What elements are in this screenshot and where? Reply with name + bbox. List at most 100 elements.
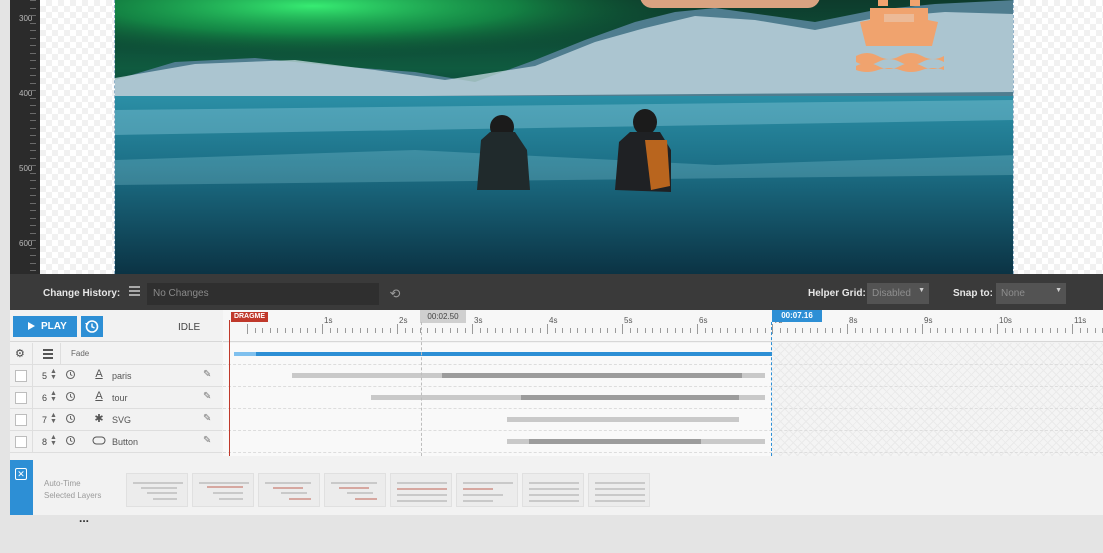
ruler-tick bbox=[30, 172, 36, 174]
autotime-preset[interactable] bbox=[126, 473, 188, 507]
layer-active-bar[interactable] bbox=[442, 373, 742, 378]
time-tick bbox=[1049, 328, 1051, 333]
change-history-bar: Change History: No Changes ⟲ Helper Grid… bbox=[10, 274, 1103, 310]
time-tick bbox=[374, 328, 376, 333]
layer-row[interactable]: 6 ▲ ▼ A tour ✎ bbox=[10, 387, 222, 409]
helper-grid-select[interactable]: Disabled ▼ bbox=[867, 283, 929, 304]
preset-bar bbox=[199, 482, 249, 484]
hamburger-icon[interactable] bbox=[43, 349, 53, 361]
sort-icon[interactable]: ▲ ▼ bbox=[50, 368, 57, 381]
time-tick bbox=[629, 328, 631, 333]
clock-icon[interactable] bbox=[65, 413, 76, 424]
time-tick bbox=[817, 328, 818, 333]
track-row[interactable] bbox=[223, 409, 1103, 431]
time-tick bbox=[764, 328, 766, 333]
time-tick bbox=[359, 328, 361, 333]
layer-checkbox[interactable] bbox=[15, 392, 27, 404]
autotime-preset[interactable] bbox=[258, 473, 320, 507]
ruler-tick bbox=[30, 52, 36, 54]
time-tick bbox=[277, 328, 278, 333]
sort-icon[interactable]: ▲ ▼ bbox=[50, 412, 57, 425]
layer-row[interactable]: 7 ▲ ▼ ✱ SVG ✎ bbox=[10, 409, 222, 431]
time-tick bbox=[787, 328, 788, 333]
play-button[interactable]: PLAY bbox=[13, 316, 77, 337]
time-tick bbox=[1064, 328, 1066, 333]
time-tick bbox=[644, 328, 646, 333]
preset-bar bbox=[289, 498, 311, 500]
layer-checkbox[interactable] bbox=[15, 436, 27, 448]
autotime-preset[interactable] bbox=[192, 473, 254, 507]
time-tick bbox=[547, 324, 548, 334]
pencil-icon[interactable]: ✎ bbox=[203, 391, 213, 403]
time-tick bbox=[682, 328, 683, 333]
end-time-marker[interactable]: 00:07.16 bbox=[772, 310, 822, 322]
track-row[interactable] bbox=[223, 343, 1103, 365]
time-tick bbox=[262, 328, 263, 333]
hamburger-icon[interactable] bbox=[125, 284, 145, 302]
layer-row[interactable]: 5 ▲ ▼ A paris ✎ bbox=[10, 365, 222, 387]
ship-icon[interactable] bbox=[852, 0, 946, 72]
time-tick bbox=[479, 328, 481, 333]
autotime-toggle-button[interactable]: ✕ bbox=[10, 460, 33, 515]
time-ruler[interactable]: 1s2s3s4s5s6s7s8s9s10s11sDRAGME00:02.5000… bbox=[223, 310, 1103, 342]
ruler-tick bbox=[30, 217, 36, 219]
ruler-tick bbox=[30, 157, 36, 159]
time-tick bbox=[847, 324, 848, 334]
layer-checkbox[interactable] bbox=[15, 370, 27, 382]
time-tick bbox=[254, 328, 256, 333]
snap-to-select[interactable]: None ▼ bbox=[996, 283, 1066, 304]
time-tick bbox=[584, 328, 586, 333]
time-tick bbox=[404, 328, 406, 333]
pencil-icon[interactable]: ✎ bbox=[203, 413, 213, 425]
ruler-tick bbox=[30, 210, 36, 211]
track-row[interactable] bbox=[223, 365, 1103, 387]
time-tick bbox=[352, 328, 353, 333]
time-tick bbox=[877, 328, 878, 333]
slide-caption-shape[interactable] bbox=[640, 0, 820, 8]
time-tick bbox=[659, 328, 661, 333]
sort-icon[interactable]: ▲ ▼ bbox=[50, 434, 57, 447]
layer-row[interactable]: 8 ▲ ▼ Button ✎ bbox=[10, 431, 222, 453]
track-row[interactable] bbox=[223, 431, 1103, 453]
layer-timing-bar[interactable] bbox=[507, 417, 739, 422]
autotime-preset[interactable] bbox=[324, 473, 386, 507]
change-history-select[interactable]: No Changes bbox=[147, 283, 379, 305]
autotime-preset[interactable] bbox=[390, 473, 452, 507]
layer-active-bar[interactable] bbox=[529, 439, 701, 444]
playhead-line[interactable] bbox=[229, 320, 230, 456]
clock-icon[interactable] bbox=[65, 369, 76, 380]
time-tick bbox=[434, 328, 436, 333]
sort-icon[interactable]: ▲ ▼ bbox=[50, 390, 57, 403]
change-history-label: Change History: bbox=[43, 288, 121, 299]
clock-icon[interactable] bbox=[65, 391, 76, 402]
ruler-tick bbox=[30, 30, 36, 31]
autotime-preset[interactable] bbox=[588, 473, 650, 507]
ruler-tick bbox=[30, 0, 36, 1]
gear-icon[interactable]: ⚙ bbox=[15, 347, 25, 360]
drag-handle[interactable]: DRAGME bbox=[231, 312, 268, 322]
ruler-tick bbox=[30, 7, 36, 9]
history-button[interactable] bbox=[81, 316, 103, 337]
pencil-icon[interactable]: ✎ bbox=[203, 435, 213, 447]
layer-number: 7 bbox=[42, 415, 48, 425]
time-tick bbox=[952, 328, 953, 333]
autotime-preset[interactable] bbox=[522, 473, 584, 507]
pencil-icon[interactable]: ✎ bbox=[203, 369, 213, 381]
time-tick bbox=[1027, 328, 1028, 333]
slide-transition-bar[interactable] bbox=[234, 352, 256, 356]
layer-checkbox[interactable] bbox=[15, 414, 27, 426]
ruler-tick bbox=[30, 195, 36, 196]
clock-icon[interactable] bbox=[65, 435, 76, 446]
time-tick bbox=[517, 328, 518, 333]
time-tick bbox=[884, 328, 886, 333]
snap-to-value: None bbox=[1001, 288, 1025, 299]
more-icon[interactable]: ... bbox=[79, 511, 89, 525]
time-tick bbox=[697, 324, 698, 334]
time-tick bbox=[712, 328, 713, 333]
time-tick bbox=[299, 328, 301, 333]
layer-active-bar[interactable] bbox=[521, 395, 739, 400]
autotime-preset[interactable] bbox=[456, 473, 518, 507]
undo-icon[interactable]: ⟲ bbox=[386, 285, 404, 303]
track-row[interactable] bbox=[223, 387, 1103, 409]
slide-duration-bar[interactable] bbox=[234, 352, 772, 356]
